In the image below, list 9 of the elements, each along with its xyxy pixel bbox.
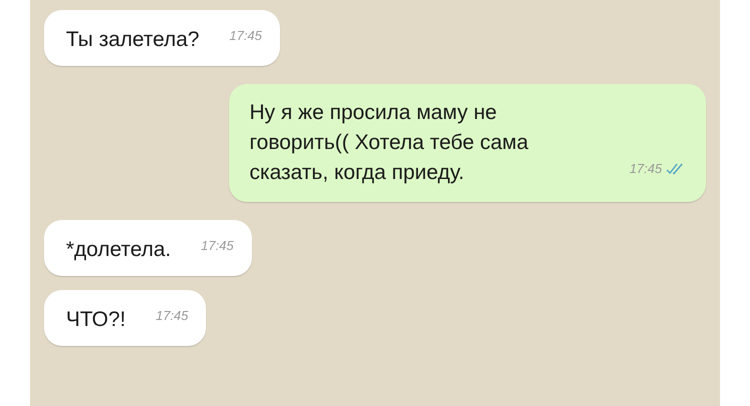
message-text: ЧТО?!	[66, 307, 126, 333]
message-time: 17:45	[629, 160, 662, 178]
message-text: *долетела.	[66, 237, 172, 263]
message-time: 17:45	[201, 237, 234, 255]
message-time: 17:45	[229, 27, 262, 45]
message-text: Ты залетела?	[66, 27, 200, 53]
double-check-icon	[666, 163, 684, 175]
message-text: Ну я же просила маму не говорить(( Хотела тебе сама сказать, когда приеду.	[249, 100, 530, 186]
message-time: 17:45	[156, 307, 188, 325]
